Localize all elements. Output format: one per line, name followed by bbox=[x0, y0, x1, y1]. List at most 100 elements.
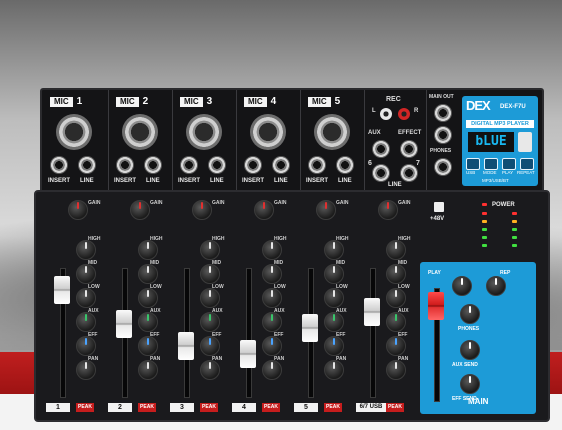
high-eq-knob[interactable] bbox=[200, 240, 220, 260]
line-jack[interactable] bbox=[208, 156, 226, 174]
eff-knob[interactable] bbox=[324, 336, 344, 356]
mic-label: MIC 2 bbox=[116, 96, 170, 107]
low-eq-knob[interactable] bbox=[262, 288, 282, 308]
mid-knob-label: MID bbox=[336, 260, 346, 266]
low-eq-knob[interactable] bbox=[76, 288, 96, 308]
aux-knob[interactable] bbox=[200, 312, 220, 332]
mode-button[interactable] bbox=[484, 158, 498, 170]
play-button[interactable] bbox=[502, 158, 516, 170]
low-eq-knob[interactable] bbox=[386, 288, 406, 308]
rec-rca-left-jack[interactable] bbox=[380, 108, 392, 120]
channel-fader[interactable] bbox=[178, 332, 194, 360]
meter-led bbox=[482, 244, 487, 247]
insert-jack[interactable] bbox=[116, 156, 134, 174]
phantom-power-switch[interactable] bbox=[434, 202, 444, 212]
aux-knob[interactable] bbox=[324, 312, 344, 332]
pan-knob[interactable] bbox=[324, 360, 344, 380]
mid-eq-knob[interactable] bbox=[200, 264, 220, 284]
channel-fader[interactable] bbox=[240, 340, 256, 368]
gain-knob[interactable] bbox=[316, 200, 336, 220]
high-eq-knob[interactable] bbox=[76, 240, 96, 260]
aux-send-knob[interactable] bbox=[460, 340, 480, 360]
insert-jack[interactable] bbox=[50, 156, 68, 174]
aux-knob[interactable] bbox=[76, 312, 96, 332]
gain-knob[interactable] bbox=[192, 200, 212, 220]
main-fader[interactable] bbox=[428, 292, 444, 320]
mid-eq-knob[interactable] bbox=[324, 264, 344, 284]
xlr-input-jack[interactable] bbox=[186, 114, 222, 150]
eff-knob[interactable] bbox=[200, 336, 220, 356]
input-strip-4: MIC 4 INSERT LINE bbox=[236, 90, 301, 190]
xlr-input-jack[interactable] bbox=[314, 114, 350, 150]
xlr-input-jack[interactable] bbox=[250, 114, 286, 150]
mid-eq-knob[interactable] bbox=[138, 264, 158, 284]
pan-knob-label: PAN bbox=[88, 356, 99, 362]
high-eq-knob[interactable] bbox=[386, 240, 406, 260]
mid-eq-knob[interactable] bbox=[76, 264, 96, 284]
low-eq-knob[interactable] bbox=[138, 288, 158, 308]
eff-knob[interactable] bbox=[76, 336, 96, 356]
rep-level-knob[interactable] bbox=[486, 276, 506, 296]
eff-send-knob[interactable] bbox=[460, 374, 480, 394]
usb-port-icon[interactable] bbox=[518, 132, 532, 152]
pan-knob[interactable] bbox=[76, 360, 96, 380]
phones-label: PHONES bbox=[430, 148, 452, 154]
high-knob-label: HIGH bbox=[212, 236, 225, 242]
channel-fader[interactable] bbox=[302, 314, 318, 342]
pan-knob[interactable] bbox=[262, 360, 282, 380]
aux-knob[interactable] bbox=[138, 312, 158, 332]
line-7-jack[interactable] bbox=[400, 164, 418, 182]
high-eq-knob[interactable] bbox=[138, 240, 158, 260]
gain-knob[interactable] bbox=[254, 200, 274, 220]
line-jack[interactable] bbox=[272, 156, 290, 174]
eff-knob[interactable] bbox=[386, 336, 406, 356]
high-eq-knob[interactable] bbox=[324, 240, 344, 260]
low-eq-knob[interactable] bbox=[324, 288, 344, 308]
effect-send-jack[interactable] bbox=[400, 140, 418, 158]
mid-eq-knob[interactable] bbox=[262, 264, 282, 284]
low-eq-knob[interactable] bbox=[200, 288, 220, 308]
pan-knob[interactable] bbox=[200, 360, 220, 380]
aux-knob[interactable] bbox=[386, 312, 406, 332]
mic-label: MIC 4 bbox=[244, 96, 298, 107]
main-out-left-jack[interactable] bbox=[434, 104, 452, 122]
channel-fader[interactable] bbox=[116, 310, 132, 338]
aux-send-jack[interactable] bbox=[372, 140, 390, 158]
phones-jack[interactable] bbox=[434, 158, 452, 176]
line-jack[interactable] bbox=[336, 156, 354, 174]
eff-knob[interactable] bbox=[138, 336, 158, 356]
mic-text: MIC bbox=[308, 96, 331, 107]
insert-jack[interactable] bbox=[308, 156, 326, 174]
channel-strip-4: GAIN HIGH MID LOW AUX EFF PAN 4 PEAK bbox=[228, 198, 288, 414]
rec-r-label: R bbox=[414, 108, 419, 114]
gain-knob[interactable] bbox=[68, 200, 88, 220]
repeat-button[interactable] bbox=[520, 158, 534, 170]
meter-led bbox=[512, 244, 517, 247]
meter-led bbox=[482, 212, 487, 215]
insert-jack[interactable] bbox=[180, 156, 198, 174]
pan-knob[interactable] bbox=[138, 360, 158, 380]
gain-knob[interactable] bbox=[378, 200, 398, 220]
line-jack[interactable] bbox=[144, 156, 162, 174]
eff-knob[interactable] bbox=[262, 336, 282, 356]
rec-rca-right-jack[interactable] bbox=[398, 108, 410, 120]
mic-number: 5 bbox=[334, 96, 341, 107]
insert-label: INSERT bbox=[306, 178, 329, 184]
high-eq-knob[interactable] bbox=[262, 240, 282, 260]
play-level-knob[interactable] bbox=[452, 276, 472, 296]
channel-fader[interactable] bbox=[364, 298, 380, 326]
xlr-input-jack[interactable] bbox=[56, 114, 92, 150]
gain-knob[interactable] bbox=[130, 200, 150, 220]
aux-knob[interactable] bbox=[262, 312, 282, 332]
line-6-jack[interactable] bbox=[372, 164, 390, 182]
channel-fader[interactable] bbox=[54, 276, 70, 304]
pan-knob[interactable] bbox=[386, 360, 406, 380]
xlr-input-jack[interactable] bbox=[122, 114, 158, 150]
phones-knob[interactable] bbox=[460, 304, 480, 324]
main-out-right-jack[interactable] bbox=[434, 126, 452, 144]
mid-eq-knob[interactable] bbox=[386, 264, 406, 284]
line-jack[interactable] bbox=[78, 156, 96, 174]
insert-jack[interactable] bbox=[244, 156, 262, 174]
mode-sub-label: MP3/USB/BT bbox=[482, 178, 509, 183]
usb-button[interactable] bbox=[466, 158, 480, 170]
